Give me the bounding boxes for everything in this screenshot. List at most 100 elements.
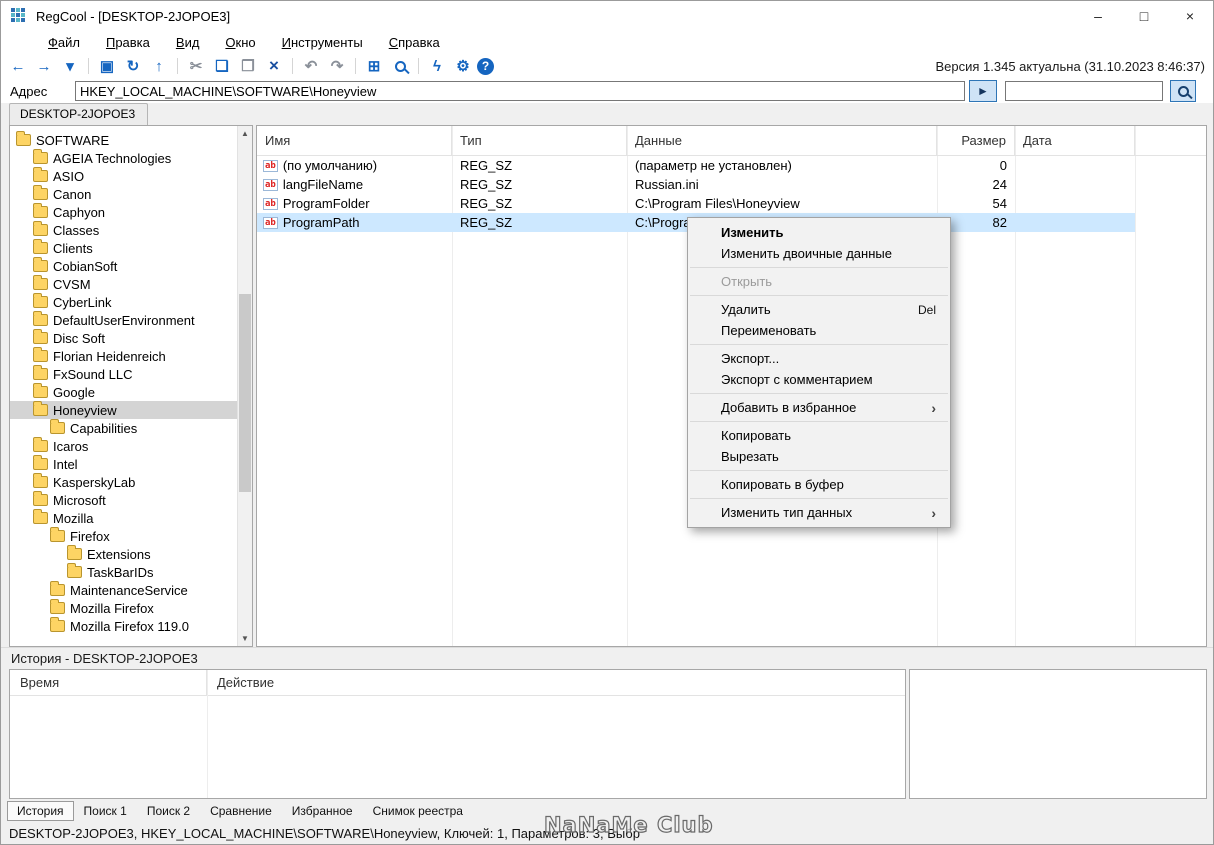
- tree-item[interactable]: MaintenanceService: [10, 581, 237, 599]
- tree-item-label: Mozilla Firefox: [70, 600, 154, 616]
- close-button[interactable]: ×: [1167, 1, 1213, 31]
- folder-icon: [33, 473, 48, 488]
- undo-icon[interactable]: ↶: [299, 55, 323, 77]
- context-menu-separator: [690, 393, 948, 394]
- tree-item[interactable]: Google: [10, 383, 237, 401]
- bottom-tab[interactable]: Поиск 1: [74, 801, 137, 821]
- scroll-down-icon[interactable]: ▼: [238, 631, 252, 646]
- copy-icon[interactable]: ❏: [210, 55, 234, 77]
- compare-window-icon[interactable]: ⊞: [362, 55, 386, 77]
- connection-tab[interactable]: DESKTOP-2JOPOE3: [9, 103, 149, 125]
- menu-item[interactable]: Файл: [35, 33, 93, 52]
- bottom-tab[interactable]: Сравнение: [200, 801, 282, 821]
- scroll-up-icon[interactable]: ▲: [238, 126, 252, 141]
- search-icon[interactable]: [388, 55, 412, 77]
- bottom-tab[interactable]: История: [7, 801, 74, 821]
- redo-icon[interactable]: ↷: [325, 55, 349, 77]
- column-header[interactable]: Тип: [452, 126, 627, 155]
- tree-item[interactable]: KasperskyLab: [10, 473, 237, 491]
- menu-item[interactable]: Правка: [93, 33, 163, 52]
- tree-item[interactable]: Disc Soft: [10, 329, 237, 347]
- refresh-icon[interactable]: ↻: [121, 55, 145, 77]
- tree-item-label: Extensions: [87, 546, 151, 562]
- context-menu-item[interactable]: Переименовать: [688, 320, 950, 341]
- tree-scrollbar[interactable]: ▲ ▼: [237, 126, 252, 646]
- tree-item[interactable]: Mozilla Firefox: [10, 599, 237, 617]
- paste-icon[interactable]: ❒: [236, 55, 260, 77]
- folder-icon: [33, 311, 48, 326]
- tree-item-label: Florian Heidenreich: [53, 348, 166, 364]
- bottom-tab[interactable]: Снимок реестра: [363, 801, 473, 821]
- bottom-tab[interactable]: Избранное: [282, 801, 363, 821]
- tree-item[interactable]: DefaultUserEnvironment: [10, 311, 237, 329]
- tree-item[interactable]: Caphyon: [10, 203, 237, 221]
- context-menu-item[interactable]: Копировать: [688, 425, 950, 446]
- column-header[interactable]: Данные: [627, 126, 937, 155]
- delete-icon[interactable]: ×: [262, 55, 286, 77]
- history-column-action[interactable]: Действие: [207, 670, 905, 695]
- context-menu-item[interactable]: Изменить: [688, 222, 950, 243]
- history-dropdown-icon[interactable]: ▾: [58, 55, 82, 77]
- folder-icon: [50, 617, 65, 632]
- tree-item[interactable]: Intel: [10, 455, 237, 473]
- menu-item[interactable]: Инструменты: [269, 33, 376, 52]
- address-go-button[interactable]: ►: [969, 80, 997, 102]
- column-header[interactable]: Имя: [257, 126, 452, 155]
- tree-item[interactable]: ASIO: [10, 167, 237, 185]
- history-column-time[interactable]: Время: [10, 670, 207, 695]
- back-icon[interactable]: ←: [6, 55, 30, 77]
- scrollbar-thumb[interactable]: [239, 294, 251, 492]
- address-input[interactable]: [75, 81, 965, 101]
- tree-item[interactable]: Microsoft: [10, 491, 237, 509]
- bottom-tab[interactable]: Поиск 2: [137, 801, 200, 821]
- value-row[interactable]: ab langFileName REG_SZ Russian.ini 24: [257, 175, 1135, 194]
- context-menu-item[interactable]: Экспорт...: [688, 348, 950, 369]
- tree-item[interactable]: CVSM: [10, 275, 237, 293]
- menu-item[interactable]: Вид: [163, 33, 213, 52]
- computer-icon[interactable]: ▣: [95, 55, 119, 77]
- menu-item[interactable]: Справка: [376, 33, 453, 52]
- context-menu-item[interactable]: Изменить тип данных ›: [688, 502, 950, 523]
- tree-item[interactable]: Icaros: [10, 437, 237, 455]
- tree-item[interactable]: SOFTWARE: [10, 131, 237, 149]
- value-row[interactable]: ab ProgramFolder REG_SZ C:\Program Files…: [257, 194, 1135, 213]
- context-menu-item[interactable]: Копировать в буфер: [688, 474, 950, 495]
- tree-item[interactable]: CobianSoft: [10, 257, 237, 275]
- quick-search-input[interactable]: [1005, 81, 1163, 101]
- minimize-button[interactable]: –: [1075, 1, 1121, 31]
- context-menu-item[interactable]: Удалить Del: [688, 299, 950, 320]
- tree-item[interactable]: AGEIA Technologies: [10, 149, 237, 167]
- tree-item[interactable]: Classes: [10, 221, 237, 239]
- tree-item[interactable]: CyberLink: [10, 293, 237, 311]
- tree-item[interactable]: TaskBarIDs: [10, 563, 237, 581]
- forward-icon[interactable]: →: [32, 55, 56, 77]
- up-icon[interactable]: ↑: [147, 55, 171, 77]
- help-icon[interactable]: ?: [477, 57, 494, 75]
- context-menu-item[interactable]: Вырезать: [688, 446, 950, 467]
- search-button[interactable]: [1170, 80, 1196, 102]
- tree-item[interactable]: Canon: [10, 185, 237, 203]
- tree-item[interactable]: Mozilla: [10, 509, 237, 527]
- tree-item-label: SOFTWARE: [36, 132, 110, 148]
- settings-gear-icon[interactable]: ⚙: [451, 55, 475, 77]
- folder-icon: [33, 149, 48, 164]
- column-header[interactable]: Дата: [1015, 126, 1135, 155]
- context-menu-item[interactable]: Добавить в избранное ›: [688, 397, 950, 418]
- tree-item[interactable]: Firefox: [10, 527, 237, 545]
- tree-item[interactable]: Extensions: [10, 545, 237, 563]
- context-menu-item[interactable]: Изменить двоичные данные: [688, 243, 950, 264]
- flash-refresh-icon[interactable]: ϟ: [425, 55, 449, 77]
- tree-item[interactable]: Honeyview: [10, 401, 237, 419]
- value-row[interactable]: ab (по умолчанию) REG_SZ (параметр не ус…: [257, 156, 1135, 175]
- menu-item[interactable]: Окно: [212, 33, 268, 52]
- context-menu-item[interactable]: Экспорт с комментарием: [688, 369, 950, 390]
- maximize-button[interactable]: □: [1121, 1, 1167, 31]
- tree-item[interactable]: Clients: [10, 239, 237, 257]
- tree-item[interactable]: FxSound LLC: [10, 365, 237, 383]
- tree-item[interactable]: Capabilities: [10, 419, 237, 437]
- tree-item[interactable]: Mozilla Firefox 119.0: [10, 617, 237, 635]
- string-value-icon: ab: [263, 178, 278, 191]
- column-header[interactable]: Размер: [937, 126, 1015, 155]
- tree-item[interactable]: Florian Heidenreich: [10, 347, 237, 365]
- cut-icon[interactable]: ✂: [184, 55, 208, 77]
